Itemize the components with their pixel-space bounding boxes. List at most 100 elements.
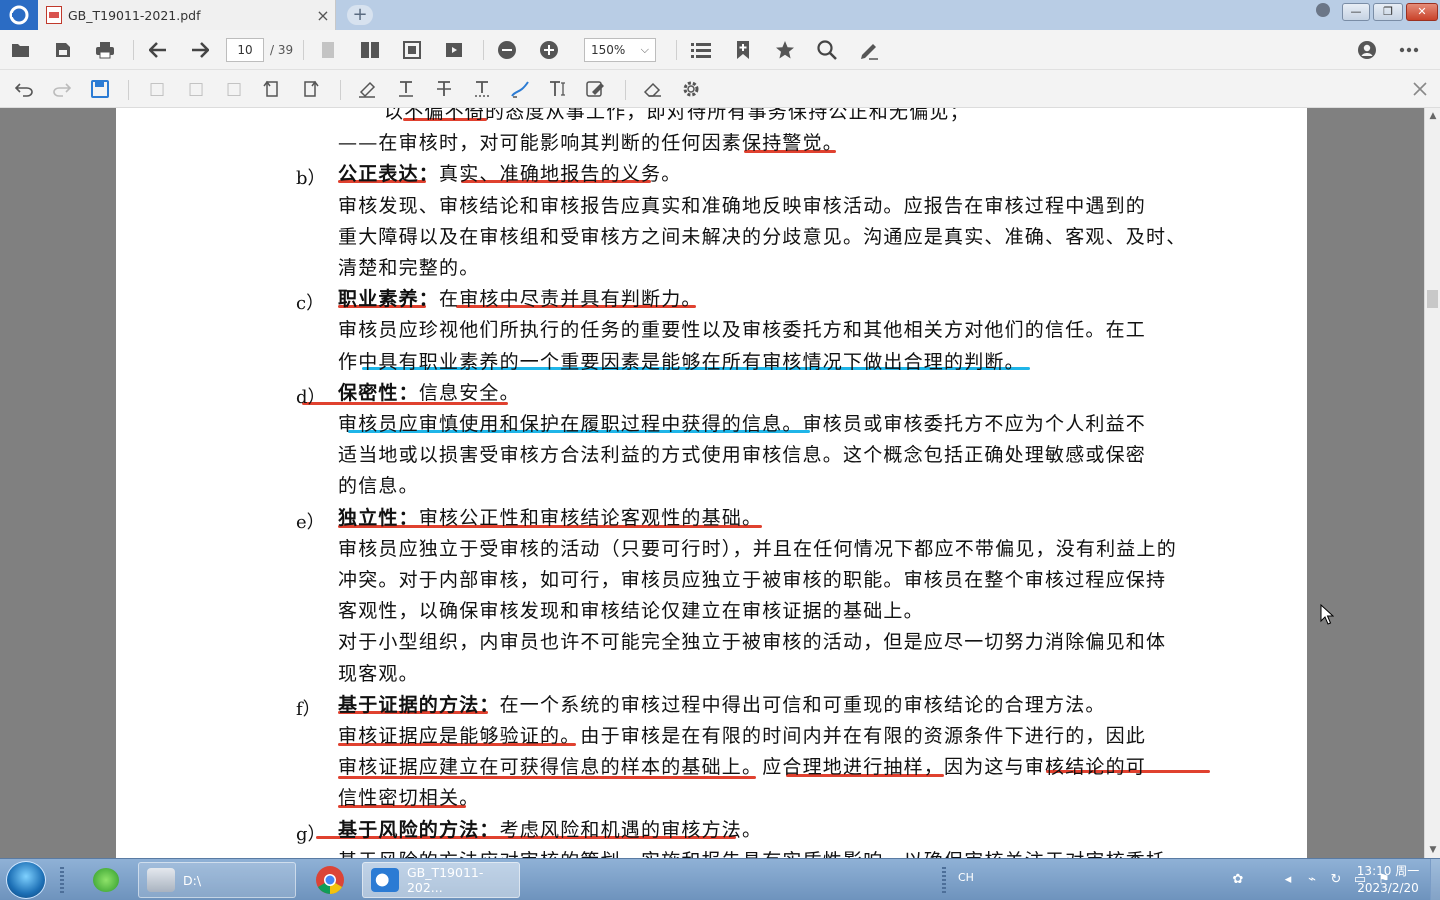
paste-icon[interactable]: □ bbox=[222, 77, 246, 101]
tab-document[interactable]: GB_T19011-2021.pdf × bbox=[38, 0, 336, 30]
fit-page-icon[interactable] bbox=[400, 38, 424, 62]
minimize-button[interactable]: — bbox=[1342, 3, 1370, 21]
more-options-icon[interactable] bbox=[1397, 38, 1421, 62]
taskbar-explorer[interactable]: D:\ bbox=[138, 862, 296, 898]
line-text: 真实、准确地报告的义务。 bbox=[439, 163, 682, 186]
maximize-button[interactable]: ❐ bbox=[1373, 3, 1403, 21]
line-text: 审核证据应是能够验证的。由于审核是在有限的时间内并在有限的资源条件下进行的，因此 bbox=[338, 725, 1147, 747]
settings-gear-icon[interactable] bbox=[679, 77, 703, 101]
eraser-icon[interactable] bbox=[641, 77, 665, 101]
rotate-left-icon[interactable] bbox=[260, 77, 284, 101]
scroll-up-icon[interactable]: ▲ bbox=[1425, 108, 1440, 124]
list-label: b） bbox=[296, 168, 326, 190]
user-menu-icon[interactable] bbox=[1316, 3, 1330, 17]
show-desktop-button[interactable] bbox=[1430, 859, 1440, 900]
next-page-icon[interactable] bbox=[188, 38, 212, 62]
annotation-toolbar: □ □ □ bbox=[0, 70, 1440, 108]
volume-icon[interactable]: ◂ bbox=[1280, 872, 1296, 888]
line-text: 对于小型组织，内审员也许不可能完全独立于被审核的活动，但是应尽一切努力消除偏见和… bbox=[338, 631, 1167, 654]
taskbar-pdf-label: GB_T19011-202... bbox=[406, 865, 484, 895]
favorite-star-icon[interactable] bbox=[773, 38, 797, 62]
undo-icon[interactable] bbox=[12, 77, 36, 101]
taskbar: D:\ GB_T19011-202... CH ✿ ◂ ⌁ ↻ ▭ ⚑ 13:1… bbox=[0, 858, 1440, 900]
line-text: 审核员应独立于受审核的活动（只要可行时），并且在任何情况下都应不带偏见，没有利益… bbox=[338, 537, 1177, 560]
save-annotations-icon[interactable] bbox=[88, 77, 112, 101]
mouse-cursor-icon bbox=[1320, 604, 1334, 625]
zoom-select[interactable]: 150% ⌵ bbox=[584, 38, 656, 62]
clock[interactable]: 13:10 周一 2023/2/20 bbox=[1352, 863, 1424, 897]
freehand-pen-icon[interactable] bbox=[508, 77, 532, 101]
scroll-down-icon[interactable]: ▼ bbox=[1425, 842, 1440, 858]
redo-icon[interactable] bbox=[50, 77, 74, 101]
language-indicator[interactable]: CH bbox=[958, 871, 974, 884]
sync-icon[interactable]: ↻ bbox=[1328, 872, 1344, 888]
print-icon[interactable] bbox=[93, 38, 117, 62]
chevron-down-icon: ⌵ bbox=[640, 43, 649, 56]
save-file-icon[interactable] bbox=[51, 38, 75, 62]
document-line: 适当地或以损害受审核方合法利益的方式使用审核信息。这个概念包括正确处理敏感或保密 bbox=[338, 444, 1146, 466]
refresh-app-icon bbox=[93, 868, 119, 892]
rotate-right-icon[interactable] bbox=[298, 77, 322, 101]
tab-close-icon[interactable]: × bbox=[311, 6, 335, 25]
two-page-icon[interactable] bbox=[358, 38, 382, 62]
section-heading: 公正表达： bbox=[338, 163, 440, 186]
list-label: f） bbox=[296, 698, 321, 720]
line-text: 审核证据应建立在可获得信息的样本的基础上。应合理地进行抽样，因为这与审核结论的可 bbox=[338, 756, 1147, 779]
new-tab-button[interactable]: + bbox=[347, 5, 373, 25]
previous-page-icon[interactable] bbox=[146, 38, 170, 62]
document-line: 清楚和完整的。 bbox=[338, 257, 479, 279]
app-tray-icon[interactable]: ✿ bbox=[1230, 872, 1246, 888]
highlighter-icon[interactable] bbox=[355, 77, 379, 101]
clock-time: 13:10 周一 bbox=[1356, 864, 1420, 878]
account-icon[interactable] bbox=[1355, 38, 1379, 62]
line-text: 基于风险的方法应对审核的策划、实施和报告具有实质性影响，以确保审核关注于对审核委… bbox=[338, 850, 1166, 858]
document-line: 基于风险的方法应对审核的策划、实施和报告具有实质性影响，以确保审核关注于对审核委… bbox=[338, 850, 1166, 858]
taskbar-chrome[interactable] bbox=[306, 862, 354, 898]
vertical-scrollbar[interactable]: ▲ ▼ bbox=[1424, 108, 1440, 858]
copy-icon[interactable]: □ bbox=[145, 77, 169, 101]
open-folder-icon[interactable] bbox=[9, 38, 33, 62]
scroll-thumb[interactable] bbox=[1427, 290, 1438, 308]
add-bookmark-icon[interactable] bbox=[731, 38, 755, 62]
text-box-icon[interactable] bbox=[546, 77, 570, 101]
single-page-icon[interactable] bbox=[316, 38, 340, 62]
zoom-out-icon[interactable] bbox=[495, 38, 519, 62]
line-text: 适当地或以损害受审核方合法利益的方式使用审核信息。这个概念包括正确处理敏感或保密 bbox=[338, 444, 1147, 467]
app-logo-icon[interactable] bbox=[0, 0, 38, 30]
list-label: c） bbox=[296, 293, 325, 315]
document-line: 基于风险的方法：考虑风险和机遇的审核方法。 bbox=[338, 819, 762, 841]
outline-list-icon[interactable] bbox=[689, 38, 713, 62]
taskbar-pinned-app[interactable] bbox=[86, 862, 126, 898]
document-line: 冲突。对于内部审核，如可行，审核员应独立于被审核的职能。审核员在整个审核过程应保… bbox=[338, 569, 1166, 591]
close-window-button[interactable]: ✕ bbox=[1406, 3, 1438, 21]
start-button[interactable] bbox=[6, 861, 46, 899]
line-text: 信性密切相关。 bbox=[338, 787, 480, 810]
fullscreen-icon[interactable] bbox=[442, 38, 466, 62]
section-heading: 职业素养： bbox=[338, 288, 440, 311]
taskbar-pdf-reader[interactable]: GB_T19011-202... bbox=[362, 862, 520, 898]
sign-pen-icon[interactable] bbox=[857, 38, 881, 62]
cut-icon[interactable]: □ bbox=[184, 77, 208, 101]
line-text: 审核公正性和审核结论客观性的基础。 bbox=[418, 506, 763, 529]
line-text: 在审核中尽责并具有判断力。 bbox=[439, 288, 702, 311]
line-text: ——在审核时，对可能影响其判断的任何因素保持警觉。 bbox=[338, 132, 844, 155]
line-text: 审核发现、审核结论和审核报告应真实和准确地反映审核活动。应报告在审核过程中遇到的 bbox=[338, 194, 1147, 217]
line-text: 客观性，以确保审核发现和审核结论仅建立在审核证据的基础上。 bbox=[338, 600, 924, 623]
document-viewer[interactable]: 以不偏不倚的态度从事工作，即对待所有事务保持公正和无偏见； ——在审核时，对可能影… bbox=[0, 108, 1424, 858]
note-edit-icon[interactable] bbox=[584, 77, 608, 101]
chrome-icon bbox=[316, 866, 344, 894]
text-underline-icon[interactable] bbox=[394, 77, 418, 101]
network-icon[interactable]: ⌁ bbox=[1304, 872, 1320, 888]
section-heading: 基于风险的方法： bbox=[338, 818, 500, 841]
close-toolbar-icon[interactable] bbox=[1408, 77, 1432, 101]
document-line: 职业素养：在审核中尽责并具有判断力。 bbox=[338, 288, 702, 310]
page-number-input[interactable]: 10 bbox=[226, 38, 264, 62]
drive-icon bbox=[147, 868, 175, 892]
document-line: 信性密切相关。 bbox=[338, 787, 479, 809]
line-text: 清楚和完整的。 bbox=[338, 257, 480, 279]
text-replace-icon[interactable] bbox=[470, 77, 494, 101]
search-icon[interactable] bbox=[815, 38, 839, 62]
zoom-value: 150% bbox=[591, 43, 626, 57]
zoom-in-icon[interactable] bbox=[537, 38, 561, 62]
strikethrough-icon[interactable] bbox=[432, 77, 456, 101]
